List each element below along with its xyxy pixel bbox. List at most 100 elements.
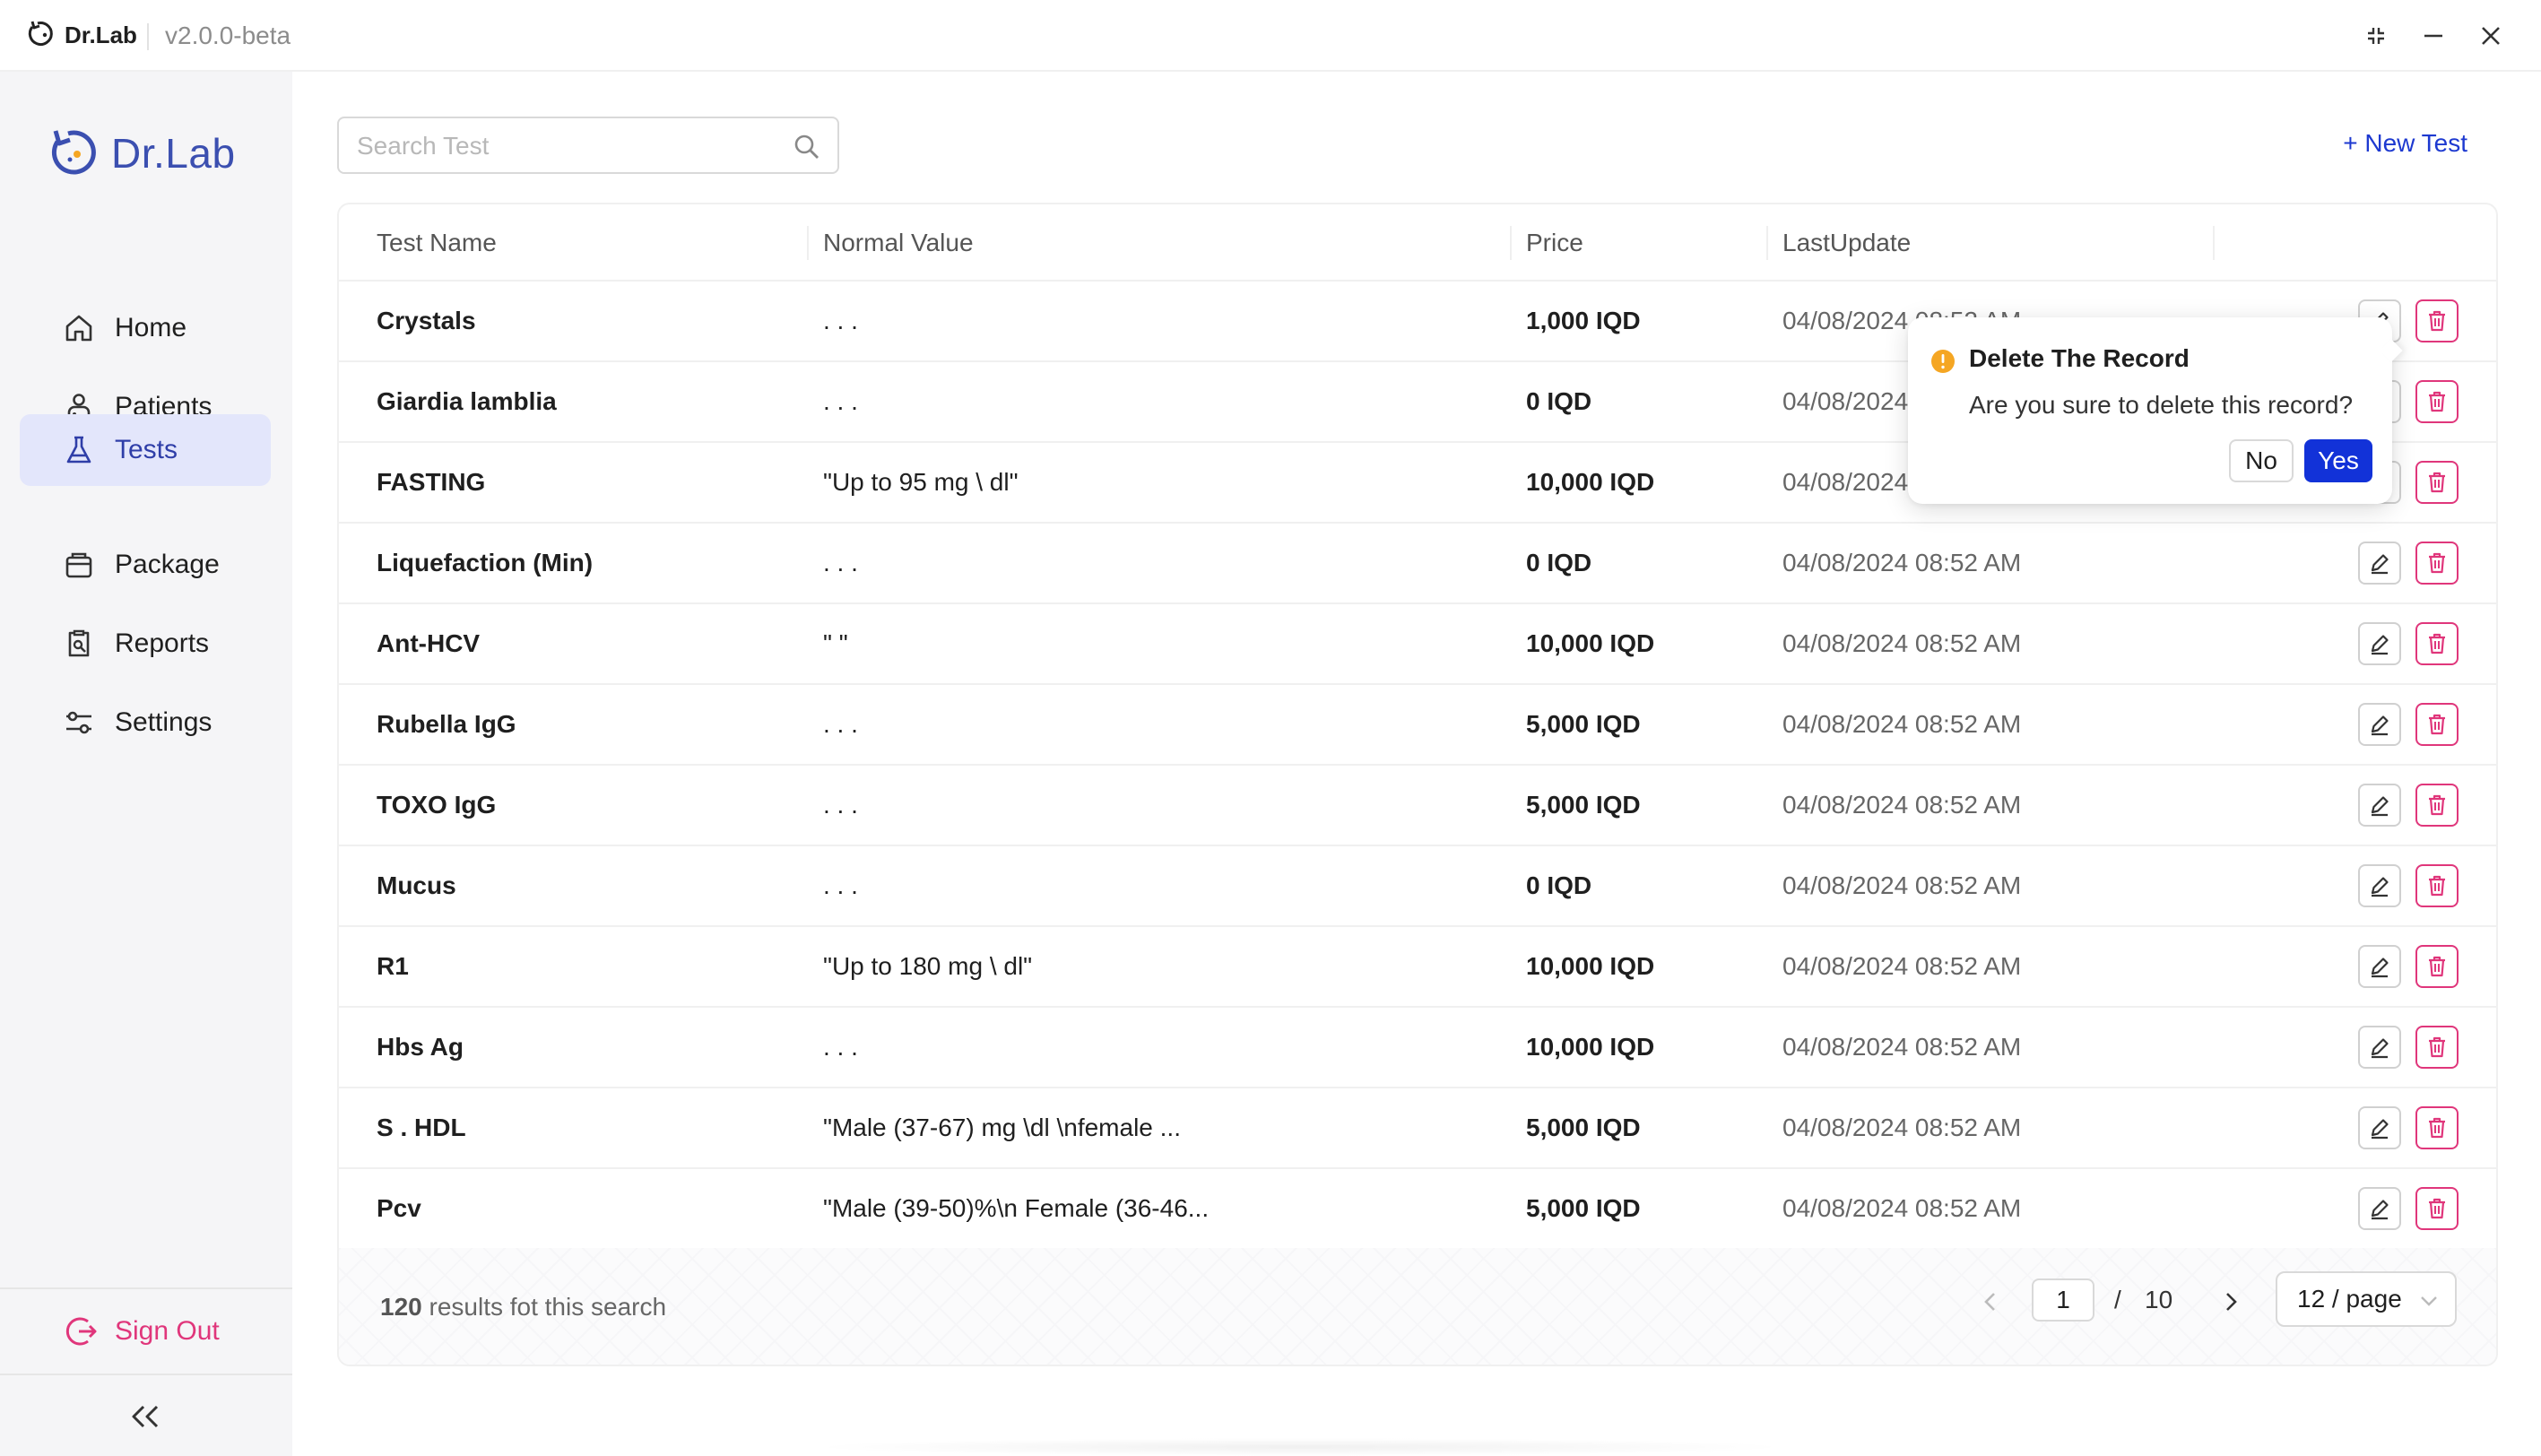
- app-version: v2.0.0-beta: [165, 22, 291, 49]
- sign-out-button[interactable]: Sign Out: [65, 1309, 220, 1354]
- delete-button[interactable]: [2415, 864, 2459, 907]
- price-cell: 0 IQD: [1526, 871, 1592, 899]
- edit-button[interactable]: [2358, 945, 2401, 988]
- trash-icon: [2424, 793, 2450, 818]
- column-header-test-name[interactable]: Test Name: [377, 204, 497, 282]
- results-count: 120: [380, 1293, 422, 1321]
- search-input[interactable]: [357, 129, 769, 163]
- normal-value-cell: . . .: [823, 387, 858, 415]
- sidebar-item-reports[interactable]: Reports: [20, 608, 271, 680]
- trash-icon: [2424, 1115, 2450, 1140]
- sidebar-item-label: Settings: [115, 707, 212, 737]
- home-icon: [63, 312, 95, 344]
- edit-button[interactable]: [2358, 784, 2401, 827]
- delete-button[interactable]: [2415, 945, 2459, 988]
- sidebar-item-label: Package: [115, 550, 220, 579]
- close-icon[interactable]: [2473, 18, 2509, 54]
- reports-icon: [63, 628, 95, 660]
- delete-button[interactable]: [2415, 622, 2459, 665]
- normal-value-cell: . . .: [823, 1033, 858, 1061]
- table-row: Hbs Ag . . . 10,000 IQD 04/08/2024 08:52 AM: [339, 1008, 2496, 1088]
- last-update-cell: 04/08/2024 08:52 AM: [1782, 1194, 2022, 1222]
- column-header-normal-value[interactable]: Normal Value: [823, 204, 974, 282]
- last-update-cell: 04/08/2024 08:52 AM: [1782, 952, 2022, 980]
- edit-button[interactable]: [2358, 622, 2401, 665]
- last-update-cell: 04/08/2024 08:52 AM: [1782, 871, 2022, 899]
- edit-icon: [2367, 631, 2392, 656]
- delete-button[interactable]: [2415, 380, 2459, 423]
- edit-icon: [2367, 550, 2392, 576]
- delete-button[interactable]: [2415, 1026, 2459, 1069]
- edit-icon: [2367, 712, 2392, 737]
- delete-confirm-popover: Delete The Record Are you sure to delete…: [1908, 317, 2403, 504]
- test-name-cell: Rubella IgG: [377, 710, 516, 738]
- normal-value-cell: " ": [823, 629, 848, 657]
- column-header-price[interactable]: Price: [1526, 204, 1583, 282]
- page-size-select[interactable]: 12 / page: [2276, 1271, 2457, 1327]
- test-name-cell: S . HDL: [377, 1114, 466, 1141]
- last-update-cell: 04/08/2024 08:52 AM: [1782, 1033, 2022, 1061]
- sidebar-item-package[interactable]: Package: [20, 529, 271, 601]
- trash-icon: [2424, 1196, 2450, 1221]
- last-update-cell: 04/08/2024 08:52 AM: [1782, 1114, 2022, 1141]
- last-update-cell: 04/08/2024 08:52 AM: [1782, 549, 2022, 576]
- edit-button[interactable]: [2358, 703, 2401, 746]
- column-separator: [2213, 226, 2215, 260]
- trash-icon: [2424, 470, 2450, 495]
- edit-button[interactable]: [2358, 542, 2401, 585]
- table-row: Rubella IgG . . . 5,000 IQD 04/08/2024 08:5…: [339, 685, 2496, 766]
- chevron-left-icon[interactable]: [1973, 1284, 2008, 1320]
- table-footer: 120 results fot this search / 10 12 / pa…: [339, 1248, 2496, 1365]
- edit-icon: [2367, 873, 2392, 898]
- results-text: results fot this search: [421, 1293, 667, 1321]
- column-header-last-update[interactable]: LastUpdate: [1782, 204, 1911, 282]
- delete-button[interactable]: [2415, 1106, 2459, 1149]
- delete-button[interactable]: [2415, 784, 2459, 827]
- current-page-input[interactable]: [2032, 1278, 2094, 1322]
- test-name-cell: FASTING: [377, 468, 486, 496]
- delete-button[interactable]: [2415, 299, 2459, 342]
- sidebar-item-settings[interactable]: Settings: [20, 687, 271, 758]
- normal-value-cell: "Male (37-67) mg \dl \nfemale ...: [823, 1114, 1181, 1141]
- price-cell: 10,000 IQD: [1526, 629, 1655, 657]
- double-chevron-left-icon[interactable]: [126, 1397, 165, 1436]
- page-separator: /: [2114, 1286, 2121, 1313]
- normal-value-cell: . . .: [823, 871, 858, 899]
- delete-button[interactable]: [2415, 703, 2459, 746]
- edit-button[interactable]: [2358, 1026, 2401, 1069]
- price-cell: 5,000 IQD: [1526, 1194, 1641, 1222]
- sign-out-label: Sign Out: [115, 1316, 220, 1346]
- table-row: Ant-HCV " " 10,000 IQD 04/08/2024 08:52 AM: [339, 604, 2496, 685]
- column-separator: [1510, 226, 1512, 260]
- delete-button[interactable]: [2415, 542, 2459, 585]
- sidebar-item-label: Reports: [115, 628, 210, 658]
- no-button[interactable]: No: [2229, 439, 2294, 482]
- test-name-cell: Pcv: [377, 1194, 421, 1222]
- normal-value-cell: "Up to 180 mg \ dl": [823, 952, 1033, 980]
- minimize-icon[interactable]: [2415, 18, 2451, 54]
- delete-button[interactable]: [2415, 1187, 2459, 1230]
- trash-icon: [2424, 308, 2450, 334]
- new-test-button[interactable]: + New Test: [2343, 129, 2467, 158]
- shrink-icon[interactable]: [2358, 18, 2394, 54]
- total-pages: 10: [2145, 1286, 2173, 1313]
- price-cell: 0 IQD: [1526, 549, 1592, 576]
- sidebar-item-tests[interactable]: Tests: [20, 414, 271, 486]
- edit-button[interactable]: [2358, 1187, 2401, 1230]
- edit-button[interactable]: [2358, 864, 2401, 907]
- search-icon[interactable]: [793, 133, 821, 161]
- test-name-cell: Hbs Ag: [377, 1033, 464, 1061]
- trash-icon: [2424, 550, 2450, 576]
- chevron-down-icon: [2419, 1291, 2439, 1311]
- test-name-cell: Ant-HCV: [377, 629, 481, 657]
- table-row: R1 "Up to 180 mg \ dl" 10,000 IQD 04/08/202…: [339, 927, 2496, 1008]
- edit-button[interactable]: [2358, 1106, 2401, 1149]
- yes-button[interactable]: Yes: [2304, 439, 2372, 482]
- last-update-cell: 04/08/2024 08:52 AM: [1782, 710, 2022, 738]
- chevron-right-icon[interactable]: [2213, 1284, 2249, 1320]
- sidebar-item-home[interactable]: Home: [20, 292, 271, 364]
- table-row: S . HDL "Male (37-67) mg \dl \nfemale ...…: [339, 1088, 2496, 1169]
- delete-button[interactable]: [2415, 461, 2459, 504]
- normal-value-cell: "Male (39-50)%\n Female (36-46...: [823, 1194, 1210, 1222]
- price-cell: 10,000 IQD: [1526, 1033, 1655, 1061]
